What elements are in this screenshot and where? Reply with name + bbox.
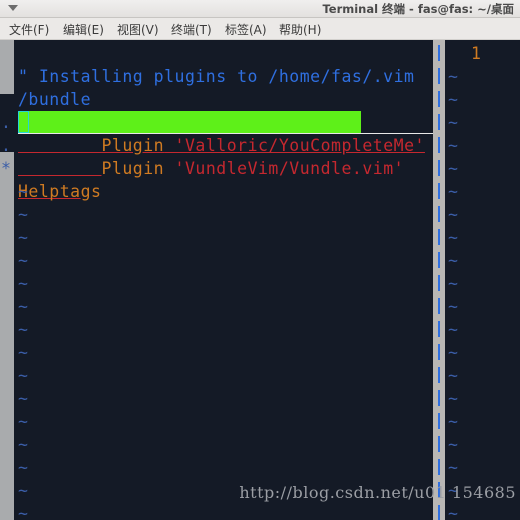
right-empty-line-marker-2: ~ [448,113,458,132]
menu-item-file[interactable]: 文件(F) [6,20,52,39]
terminal-line-2: . Plugin 'VundleVim/Vundle.vim' [0,88,404,178]
empty-line-marker-2: ~ [18,228,28,247]
right-empty-line-marker-9: ~ [448,274,458,293]
empty-line-marker-7: ~ [18,343,28,362]
split-bar-segment-10 [438,275,440,291]
empty-line-marker-13: ~ [18,481,28,500]
split-bar-segment-18 [438,459,440,475]
split-bar-segment-14 [438,367,440,383]
title-bar: Terminal 终端 - fas@fas: ~/桌面 [0,0,520,18]
menu-item-tabs[interactable]: 标签(A) [222,20,270,39]
split-bar-segment-0 [438,45,440,61]
terminal-line-0: " Installing plugins to /home/fas/.vim [0,42,414,86]
split-bar-segment-2 [438,91,440,107]
window-title: Terminal 终端 - fas@fas: ~/桌面 [322,2,514,16]
terminal-content[interactable]: " Installing plugins to /home/fas/.vim /… [0,40,520,520]
right-empty-line-marker-7: ~ [448,228,458,247]
empty-line-marker-12: ~ [18,458,28,477]
right-empty-line-marker-16: ~ [448,435,458,454]
empty-line-marker-0: ~ [18,182,28,201]
empty-line-marker-10: ~ [18,412,28,431]
terminal-line-4: * Helptags [0,134,101,201]
empty-line-marker-3: ~ [18,251,28,270]
menu-item-edit[interactable]: 编辑(E) [60,20,107,39]
empty-line-marker-8: ~ [18,366,28,385]
terminal-line-3-string: 'Valloric/YouCompleteMe' [164,136,425,155]
split-bar-segment-7 [438,206,440,222]
split-bar-segment-4 [438,137,440,153]
split-bar-segment-16 [438,413,440,429]
right-empty-line-marker-14: ~ [448,389,458,408]
right-pane-line-number: 1 [471,44,481,63]
right-empty-line-marker-8: ~ [448,251,458,270]
right-empty-line-marker-5: ~ [448,182,458,201]
terminal-line-2-string: 'VundleVim/Vundle.vim' [164,159,405,178]
terminal-line-3-keyword: Plugin [101,136,165,155]
empty-line-marker-4: ~ [18,274,28,293]
right-empty-line-marker-19: ~ [448,504,458,520]
right-empty-line-marker-11: ~ [448,320,458,339]
terminal-line-2-keyword: Plugin [101,159,165,178]
split-bar-segment-1 [438,68,440,84]
terminal-line-4-sign: * [1,159,12,178]
menu-bar: 文件(F) 编辑(E) 视图(V) 终端(T) 标签(A) 帮助(H) [0,18,520,40]
right-empty-line-marker-6: ~ [448,205,458,224]
right-empty-line-marker-3: ~ [448,136,458,155]
split-bar-segment-3 [438,114,440,130]
right-empty-line-marker-4: ~ [448,159,458,178]
right-empty-line-marker-1: ~ [448,90,458,109]
text-cursor [18,111,29,133]
right-empty-line-marker-0: ~ [448,67,458,86]
right-empty-line-marker-13: ~ [448,366,458,385]
split-bar-segment-15 [438,390,440,406]
split-bar-segment-5 [438,160,440,176]
split-bar-segment-12 [438,321,440,337]
split-bar-segment-9 [438,252,440,268]
terminal-line-0-text: " Installing plugins to /home/fas/.vim [18,67,415,86]
terminal-line-4-keyword: Helptags [18,182,102,201]
split-bar-segment-8 [438,229,440,245]
highlight-underline-rule [18,133,436,134]
split-bar-segment-13 [438,344,440,360]
empty-line-marker-5: ~ [18,297,28,316]
split-bar-segment-17 [438,436,440,452]
terminal-window: Terminal 终端 - fas@fas: ~/桌面 文件(F) 编辑(E) … [0,0,520,520]
right-empty-line-marker-15: ~ [448,412,458,431]
empty-line-marker-9: ~ [18,389,28,408]
menu-item-terminal[interactable]: 终端(T) [168,20,215,39]
search-match-highlight: Plugin 'Valloric/YouCompleteMe' [18,111,424,155]
empty-line-marker-11: ~ [18,435,28,454]
menu-item-help[interactable]: 帮助(H) [276,20,324,39]
split-bar-segment-20 [438,505,440,520]
right-empty-line-marker-10: ~ [448,297,458,316]
terminal-line-1: /bundle [0,65,91,109]
chevron-down-icon[interactable] [8,5,18,11]
empty-line-marker-6: ~ [18,320,28,339]
empty-line-marker-1: ~ [18,205,28,224]
right-empty-line-marker-17: ~ [448,458,458,477]
right-empty-line-marker-12: ~ [448,343,458,362]
split-bar-segment-11 [438,298,440,314]
empty-line-marker-14: ~ [18,504,28,520]
watermark-text: http://blog.csdn.net/u01 154685 [239,483,516,502]
split-bar-segment-6 [438,183,440,199]
menu-item-view[interactable]: 视图(V) [114,20,162,39]
